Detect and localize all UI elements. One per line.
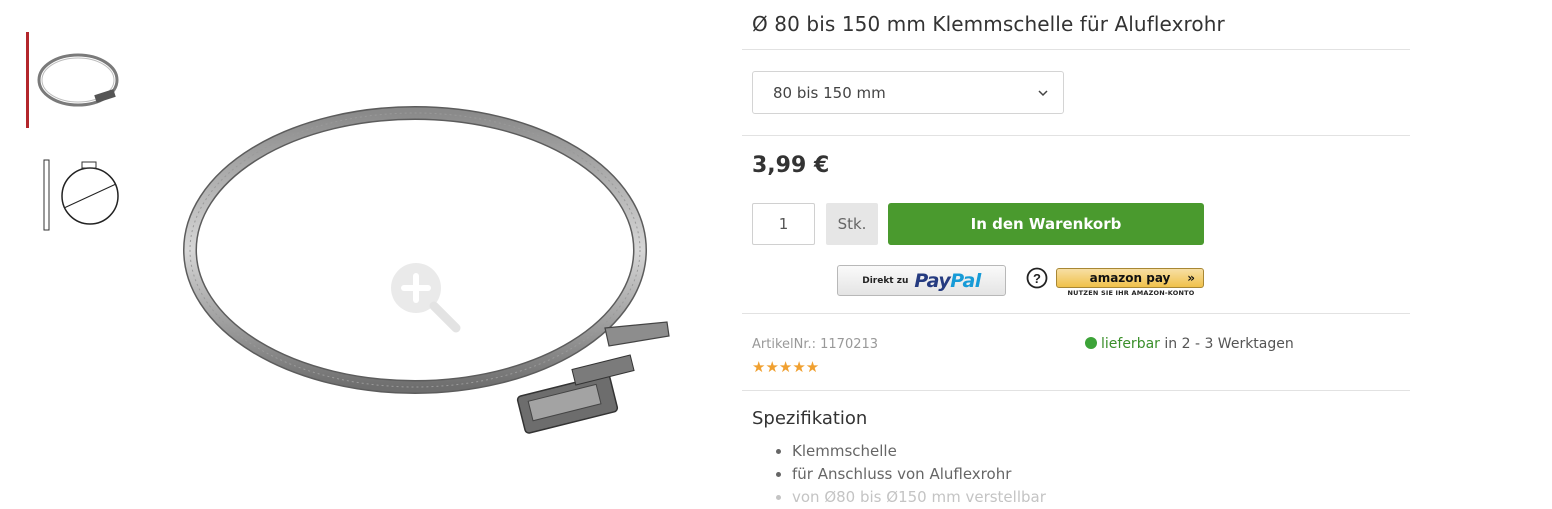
paypal-logo: PayPal <box>914 269 981 292</box>
thumbnail-1[interactable] <box>26 32 125 128</box>
availability-status: lieferbar <box>1101 336 1160 352</box>
help-icon[interactable]: ? <box>1026 267 1048 289</box>
spec-item: von Ø80 bis Ø150 mm verstellbar <box>792 486 1046 509</box>
clamp-drawing-thumbnail-image <box>43 159 119 231</box>
product-price: 3,99 € <box>752 153 830 178</box>
divider <box>742 390 1410 391</box>
variant-select[interactable]: 80 bis 150 mm <box>752 71 1064 114</box>
spec-list: Klemmschelle für Anschluss von Aluflexro… <box>752 440 1046 509</box>
article-number: ArtikelNr.: 1170213 <box>752 337 879 352</box>
zoom-in-icon[interactable] <box>386 258 462 334</box>
chevron-down-icon <box>1038 90 1048 97</box>
rating-stars[interactable]: ★★★★★ <box>752 358 819 376</box>
paypal-prefix: Direkt zu <box>862 275 909 286</box>
spec-title: Spezifikation <box>752 408 868 429</box>
amazon-pay-label: amazon pay <box>1089 271 1171 285</box>
quantity-input[interactable]: 1 <box>752 203 815 245</box>
divider <box>742 49 1410 50</box>
availability-time: in 2 - 3 Werktagen <box>1164 336 1294 352</box>
availability-dot-icon <box>1085 337 1097 349</box>
unit-label: Stk. <box>826 203 878 245</box>
spec-item: Klemmschelle <box>792 440 1046 463</box>
amazon-pay-button[interactable]: amazon pay » <box>1056 268 1204 288</box>
availability: lieferbar in 2 - 3 Werktagen <box>1085 336 1294 352</box>
svg-text:?: ? <box>1033 271 1041 286</box>
amazon-pay-subtitle: NUTZEN SIE IHR AMAZON-KONTO <box>1067 289 1195 297</box>
variant-select-value: 80 bis 150 mm <box>773 83 886 102</box>
thumbnail-2[interactable] <box>26 150 122 240</box>
divider <box>742 135 1410 136</box>
divider <box>742 313 1410 314</box>
paypal-button[interactable]: Direkt zu PayPal <box>837 265 1006 296</box>
clamp-thumbnail-image <box>37 53 119 107</box>
add-to-cart-button[interactable]: In den Warenkorb <box>888 203 1204 245</box>
spec-item: für Anschluss von Aluflexrohr <box>792 463 1046 486</box>
product-title: Ø 80 bis 150 mm Klemmschelle für Aluflex… <box>752 12 1225 36</box>
double-chevron-right-icon: » <box>1187 271 1195 285</box>
